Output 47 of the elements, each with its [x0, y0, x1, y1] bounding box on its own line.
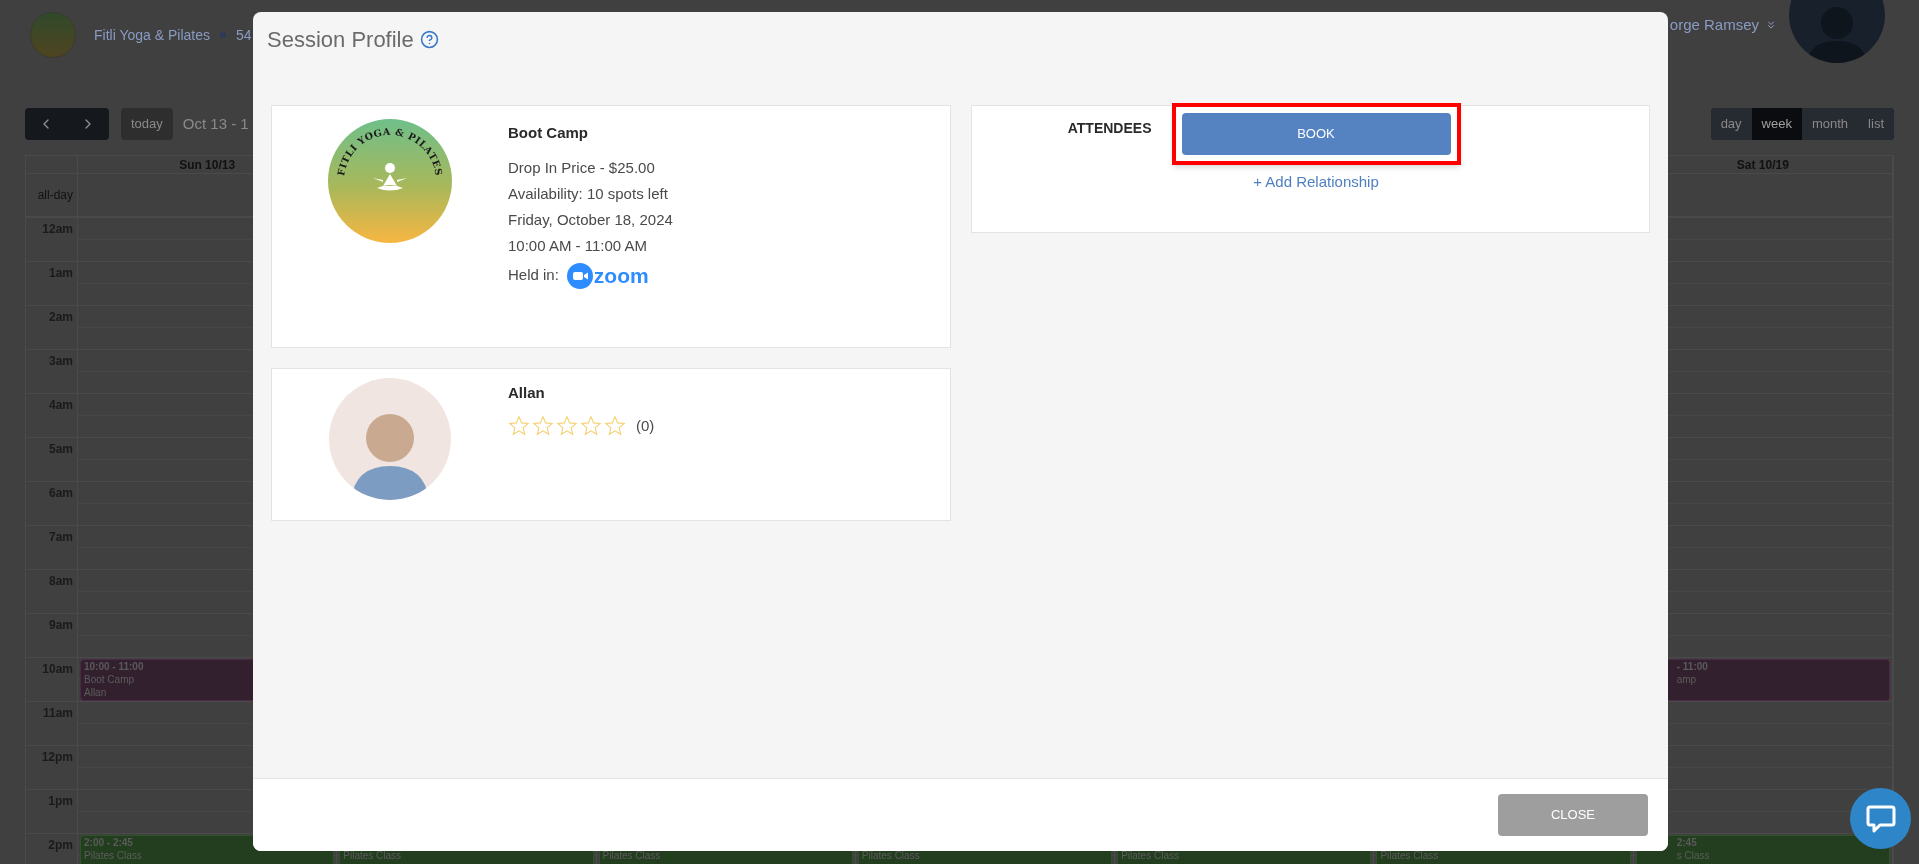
event-time: 2:00 - 2:45 [84, 836, 134, 849]
location-text: 54 [235, 25, 252, 45]
event-title: Pilates Class [1121, 849, 1180, 862]
date-range: Oct 13 - 1 [182, 113, 249, 134]
event-title: Boot Camp [84, 673, 136, 686]
star-icon [556, 414, 578, 437]
help-icon[interactable] [419, 30, 439, 49]
dialog-title: Session Profile [267, 26, 414, 54]
session-detail: Availability: 10 spots left [508, 183, 669, 204]
chat-bubble-icon [1865, 803, 1896, 834]
event-title: amp [1676, 673, 1698, 686]
event-time: 2:45 [1676, 836, 1698, 849]
session-name: Boot Camp [508, 123, 589, 143]
today-button[interactable]: today [121, 108, 173, 140]
brand-name[interactable]: Fitli Yoga & Pilates [94, 24, 210, 46]
review-count: (0) [636, 415, 655, 436]
event-title: Pilates Class [84, 849, 143, 862]
session-detail: Friday, October 18, 2024 [508, 209, 673, 230]
star-icon [532, 414, 554, 437]
session-detail: Drop In Price - $25.00 [508, 157, 656, 178]
add-relationship-link[interactable]: + Add Relationship [1253, 171, 1379, 194]
event-time: 10:00 - 11:00 [84, 660, 145, 673]
user-name[interactable]: orge Ramsey [1669, 13, 1759, 37]
event-time: - 11:00 [1676, 660, 1709, 673]
chevrons-down-icon[interactable] [1765, 19, 1777, 31]
event-title: Pilates Class [602, 849, 662, 862]
view-tab[interactable]: day [1710, 108, 1752, 140]
session-detail: 10:00 AM - 11:00 AM [508, 235, 648, 256]
view-tab[interactable]: month [1801, 108, 1859, 140]
zoom-logo: zoom [566, 262, 649, 289]
close-button[interactable]: CLOSE [1498, 794, 1648, 836]
star-icon [604, 414, 626, 437]
star-icon [508, 414, 530, 437]
video-camera-icon [566, 262, 593, 289]
view-tab[interactable]: week [1751, 108, 1802, 140]
instructor-name: Allan [508, 383, 546, 403]
held-in-label: Held in: [508, 265, 559, 286]
logo-icon[interactable] [30, 12, 76, 58]
event-instructor: Allan [84, 686, 108, 699]
event-title: Pilates Class [861, 849, 921, 862]
book-button[interactable]: BOOK [1181, 113, 1451, 155]
attendees-label: ATTENDEES [1067, 119, 1152, 138]
view-tab[interactable]: list [1858, 108, 1894, 140]
star-icon [580, 414, 602, 437]
event-title: Pilates Class [343, 849, 403, 862]
event-title: Pilates Class [1380, 849, 1440, 862]
chat-button[interactable] [1850, 788, 1911, 849]
